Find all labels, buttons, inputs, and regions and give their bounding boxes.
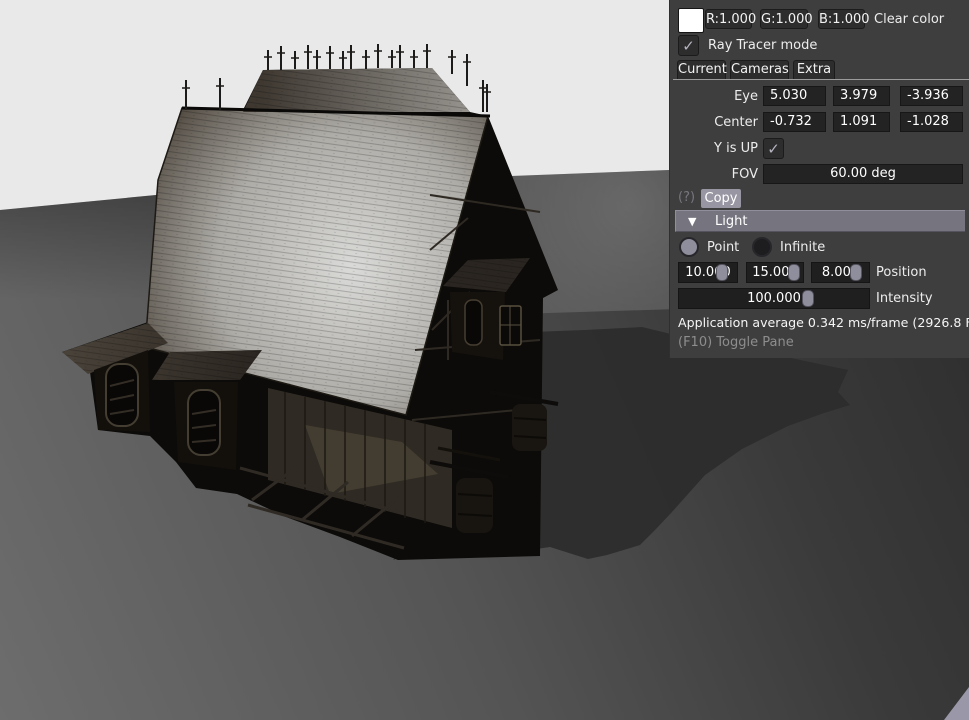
slider-handle[interactable] [802, 290, 814, 307]
center-label: Center [714, 115, 758, 130]
fov-label: FOV [731, 167, 758, 182]
light-position-z-slider[interactable]: 8.000 [811, 262, 870, 283]
light-position-label: Position [876, 265, 927, 280]
tab-extra[interactable]: Extra [793, 60, 835, 79]
light-infinite-label: Infinite [780, 240, 826, 255]
light-infinite-radio[interactable] [752, 237, 772, 257]
light-position-y-slider[interactable]: 15.000 [746, 262, 804, 283]
toggle-pane-hint: (F10) Toggle Pane [678, 335, 794, 350]
eye-y-field[interactable]: 3.979 [833, 86, 890, 106]
eye-z-field[interactable]: -3.936 [900, 86, 963, 106]
copy-button[interactable]: Copy [701, 189, 741, 208]
tweak-panel: R:1.000 G:1.000 B:1.000 Clear color ✓ Ra… [669, 0, 969, 358]
checkmark-icon: ✓ [682, 37, 695, 55]
clear-color-label: Clear color [874, 12, 945, 27]
clear-color-b-button[interactable]: B:1.000 [818, 9, 870, 29]
eye-label: Eye [734, 89, 758, 104]
tab-separator [673, 79, 969, 80]
y-is-up-checkbox[interactable]: ✓ [763, 138, 784, 159]
light-intensity-value: 100.000 [747, 291, 801, 306]
eye-x-field[interactable]: 5.030 [763, 86, 826, 106]
light-point-radio[interactable] [679, 237, 699, 257]
ray-tracer-label: Ray Tracer mode [708, 38, 818, 53]
slider-handle[interactable] [716, 264, 728, 281]
fov-field[interactable]: 60.00 deg [763, 164, 963, 184]
tab-current[interactable]: Current [677, 60, 727, 79]
collapse-triangle-icon: ▼ [688, 215, 697, 228]
light-group-header[interactable]: ▼ Light [675, 210, 965, 232]
help-button[interactable]: (?) [678, 190, 695, 205]
clear-color-swatch[interactable] [678, 8, 704, 33]
ray-tracer-checkbox[interactable]: ✓ [678, 35, 699, 56]
light-group-label: Light [715, 214, 748, 229]
light-intensity-label: Intensity [876, 291, 933, 306]
bay-window [443, 258, 530, 360]
app-window: R:1.000 G:1.000 B:1.000 Clear color ✓ Ra… [0, 0, 969, 720]
clear-color-r-button[interactable]: R:1.000 [705, 9, 756, 29]
clear-color-g-button[interactable]: G:1.000 [760, 9, 813, 29]
slider-handle[interactable] [788, 264, 800, 281]
checkmark-icon: ✓ [767, 140, 780, 158]
light-intensity-slider[interactable]: 100.000 [678, 288, 870, 309]
center-x-field[interactable]: -0.732 [763, 112, 826, 132]
center-y-field[interactable]: 1.091 [833, 112, 890, 132]
y-is-up-label: Y is UP [714, 141, 758, 156]
light-point-label: Point [707, 240, 740, 255]
tab-cameras[interactable]: Cameras [730, 60, 789, 79]
fps-status-text: Application average 0.342 ms/frame (2926… [678, 315, 969, 330]
center-z-field[interactable]: -1.028 [900, 112, 963, 132]
light-position-x-slider[interactable]: 10.000 [678, 262, 738, 283]
slider-handle[interactable] [850, 264, 862, 281]
